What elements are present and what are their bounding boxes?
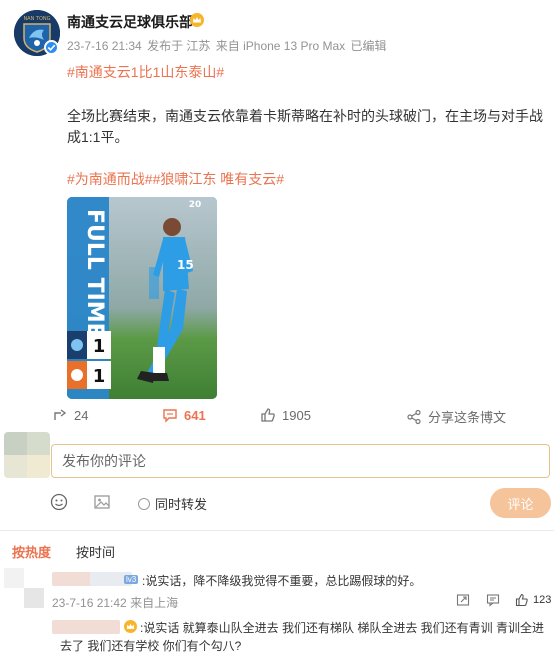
- comment-like-button[interactable]: [515, 593, 529, 607]
- thumbs-up-icon: [261, 408, 275, 422]
- comment-meta: 23-7-16 21:42 来自上海: [52, 594, 178, 611]
- composer-tools: [0, 488, 554, 518]
- comment-like-count: 123: [533, 594, 552, 606]
- current-user-avatar: [4, 432, 50, 478]
- comment-button[interactable]: 641: [162, 407, 206, 423]
- repost-label: 同时转发: [155, 497, 208, 512]
- repost-checkbox[interactable]: [138, 497, 150, 510]
- jersey-number: 15: [177, 258, 194, 272]
- post-image[interactable]: 15 FULL TIME 1 1 20: [67, 197, 217, 399]
- thumbs-up-icon: [515, 593, 528, 607]
- reply-text: :说实话 就算泰山队全进去 我们还有梯队 梯队全进去 我们还有青训 青训全进去了…: [60, 621, 545, 653]
- image-icon: [94, 495, 110, 509]
- post-actions: 24 641 1905 分享这条博文: [0, 404, 554, 428]
- commenter-avatar[interactable]: [4, 568, 44, 608]
- crown-icon: [190, 13, 204, 27]
- comment-input-box[interactable]: [51, 444, 550, 478]
- image-upload-button[interactable]: [93, 493, 111, 511]
- svg-text:NAN TONG: NAN TONG: [23, 16, 50, 22]
- share-network-icon: [407, 409, 421, 424]
- share-button[interactable]: 24: [52, 407, 88, 423]
- share-icon: [54, 409, 67, 420]
- comment-share-button[interactable]: [456, 593, 470, 607]
- comment-location: 来自上海: [130, 596, 179, 610]
- emoji-icon: [50, 493, 68, 511]
- comment-icon: [163, 409, 177, 423]
- share-post-label: 分享这条博文: [428, 410, 507, 425]
- corner-tag: 20: [189, 200, 202, 210]
- post-edited[interactable]: 已编辑: [351, 39, 387, 53]
- share-post-button[interactable]: 分享这条博文: [406, 407, 506, 426]
- divider: [0, 530, 554, 531]
- post-meta: 23-7-16 21:34 发布于 江苏 来自 iPhone 13 Pro Ma…: [67, 37, 389, 54]
- post-body: 全场比赛结束，南通支云依靠着卡斯蒂略在补时的头球破门，在主场与对手战成1:1平。: [67, 108, 543, 145]
- post-time[interactable]: 23-7-16 21:34: [67, 39, 142, 53]
- like-button[interactable]: 1905: [260, 407, 311, 423]
- sort-by-time-tab[interactable]: 按时间: [76, 542, 115, 561]
- share-count: 24: [74, 407, 89, 423]
- comment-text: :说实话，降不降级我觉得不重要，总比踢假球的好。: [142, 574, 422, 588]
- like-count: 1905: [282, 407, 311, 423]
- verified-badge-icon: [44, 40, 59, 55]
- full-time-banner: FULL TIME: [82, 209, 107, 338]
- comment-icon: [486, 594, 500, 607]
- comment-time: 23-7-16 21:42: [52, 596, 127, 610]
- repost-toggle[interactable]: 同时转发: [138, 494, 207, 513]
- comment-count: 641: [184, 407, 206, 423]
- author-name[interactable]: 南通支云足球俱乐部: [67, 12, 193, 32]
- comment-reply-button[interactable]: [486, 593, 500, 607]
- post-location: 发布于 江苏: [147, 39, 211, 53]
- topic-links-extra[interactable]: #为南通而战##狼啸江东 唯有支云#: [67, 169, 284, 189]
- home-score: 1: [93, 336, 106, 357]
- topic-link-main[interactable]: #南通支云1比1山东泰山#: [67, 62, 224, 82]
- sort-by-hot-tab[interactable]: 按热度: [12, 542, 51, 561]
- post-device: 来自 iPhone 13 Pro Max: [215, 39, 346, 53]
- emoji-button[interactable]: [50, 493, 68, 511]
- away-score: 1: [93, 366, 106, 387]
- level-badge: lv3: [124, 575, 139, 584]
- share-icon: [456, 594, 470, 606]
- comment-input[interactable]: [52, 445, 549, 477]
- submit-comment-button[interactable]: 评论: [490, 488, 551, 518]
